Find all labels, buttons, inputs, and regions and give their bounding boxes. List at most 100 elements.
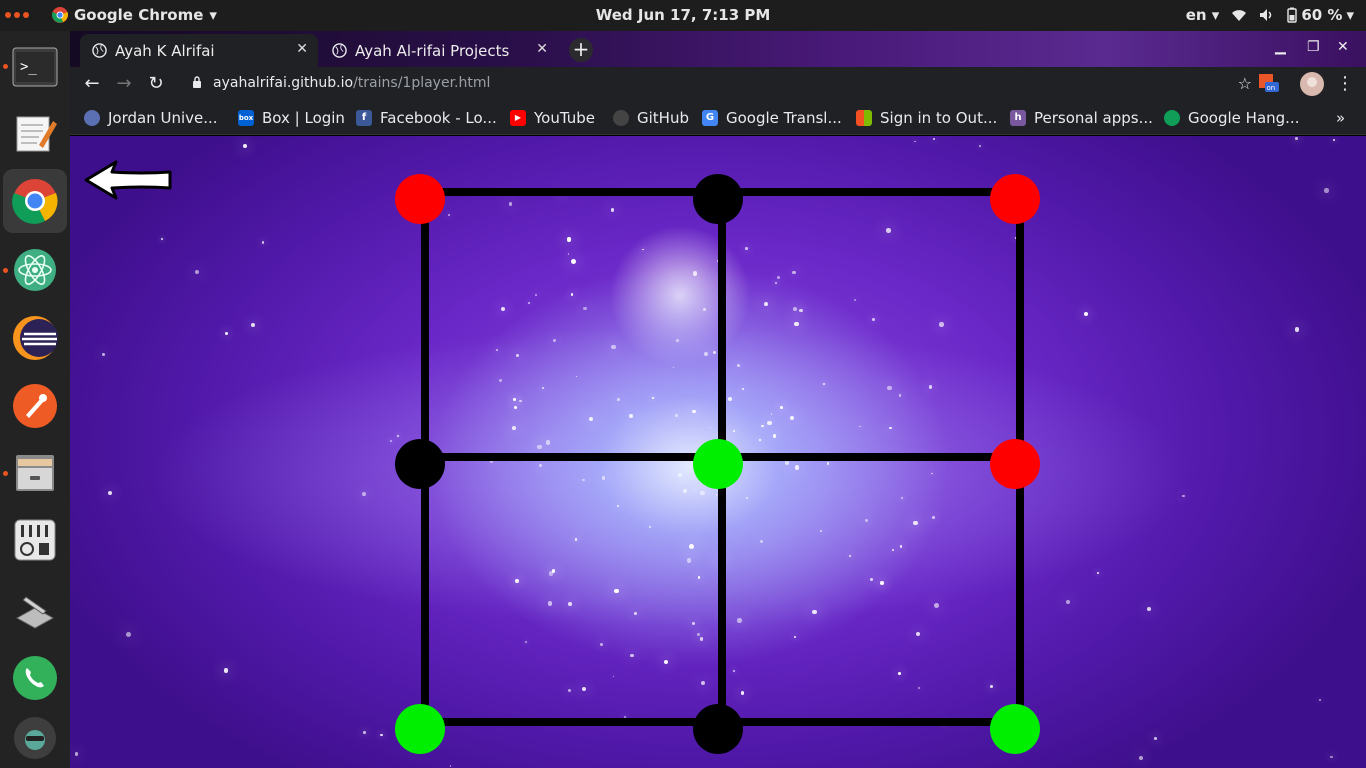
- tab-title: Ayah K Alrifai: [115, 41, 215, 60]
- whatsapp-phone-icon: [13, 656, 57, 700]
- bookmark-label: Facebook - Lo...: [380, 109, 497, 127]
- node-middle-left[interactable]: [395, 439, 445, 489]
- node-center[interactable]: [693, 439, 743, 489]
- bookmark-label: GitHub: [637, 109, 689, 127]
- forward-arrow-icon[interactable]: →: [112, 73, 136, 97]
- bookmark-github[interactable]: GitHub: [613, 109, 689, 127]
- bookmark-google-hangouts[interactable]: Google Hang...: [1164, 109, 1299, 127]
- globe-icon: [332, 43, 347, 58]
- running-indicator: [3, 64, 8, 69]
- bookmark-google-translate[interactable]: G Google Transl...: [702, 109, 842, 127]
- chevron-down-icon: ▾: [1346, 6, 1354, 24]
- language-label: en: [1185, 6, 1207, 24]
- user-avatar-icon: [14, 717, 56, 759]
- battery-icon: [1287, 7, 1298, 23]
- bookmark-youtube[interactable]: ▶ YouTube: [510, 109, 595, 127]
- bookmark-label: Google Transl...: [726, 109, 842, 127]
- postman-icon: [13, 384, 57, 428]
- minimize-icon[interactable]: ▁: [1275, 39, 1286, 55]
- close-icon[interactable]: ✕: [536, 41, 548, 57]
- svg-text:on: on: [1267, 84, 1276, 92]
- dock-item-text-editor[interactable]: [11, 109, 59, 157]
- game-page: [70, 136, 1366, 768]
- atom-icon: [14, 249, 56, 291]
- node-middle-right[interactable]: [990, 439, 1040, 489]
- new-tab-button[interactable]: +: [569, 38, 593, 62]
- url-host: ayahalrifai.github.io: [213, 75, 354, 91]
- bookmarks-bar: Jordan Unive... box Box | Login f Facebook…: [70, 101, 1366, 135]
- tab-ayah-al-rifai-projects[interactable]: Ayah Al-rifai Projects ✕: [320, 34, 558, 67]
- extension-on-icon[interactable]: on: [1258, 73, 1280, 95]
- bookmark-facebook[interactable]: f Facebook - Lo...: [356, 109, 497, 127]
- bookmark-jordan-university[interactable]: Jordan Unive...: [84, 109, 218, 127]
- tab-ayah-k-alrifai[interactable]: Ayah K Alrifai ✕: [80, 34, 318, 67]
- heroku-icon: h: [1010, 110, 1026, 126]
- tab-title: Ayah Al-rifai Projects: [355, 41, 510, 60]
- google-translate-icon: G: [702, 110, 718, 126]
- dock-item-postman[interactable]: [11, 382, 59, 430]
- node-top-right[interactable]: [990, 174, 1040, 224]
- system-top-bar: Google Chrome ▾ Wed Jun 17, 7:13 PM en ▾…: [0, 0, 1366, 31]
- node-top-left[interactable]: [395, 174, 445, 224]
- system-tray[interactable]: en ▾ 60 % ▾: [1186, 6, 1354, 24]
- bookmark-box-login[interactable]: box Box | Login: [238, 109, 345, 127]
- dock-item-whatsapp[interactable]: [11, 654, 59, 702]
- maximize-icon[interactable]: ❐: [1307, 39, 1320, 55]
- dock-item-chrome[interactable]: [3, 169, 67, 233]
- microsoft-icon: [856, 110, 872, 126]
- dock-item-files[interactable]: [11, 449, 59, 497]
- university-icon: [84, 110, 100, 126]
- browser-window: Ayah K Alrifai ✕ Ayah Al-rifai Projects …: [70, 31, 1366, 768]
- chrome-icon: [12, 179, 58, 224]
- node-bottom-left[interactable]: [395, 704, 445, 754]
- close-window-icon[interactable]: ✕: [1337, 39, 1349, 55]
- node-bottom-middle[interactable]: [693, 704, 743, 754]
- running-indicator: [3, 268, 8, 273]
- facebook-icon: f: [356, 110, 372, 126]
- bookmark-label: Personal apps...: [1034, 109, 1153, 127]
- board-nodes: [395, 174, 1040, 754]
- browser-toolbar: ← → ↻ ayahalrifai.github.io/trains/1play…: [70, 67, 1366, 101]
- dock-item-terminal[interactable]: >_: [11, 43, 59, 91]
- clock[interactable]: Wed Jun 17, 7:13 PM: [0, 6, 1366, 24]
- dock-item-eclipse[interactable]: [11, 314, 59, 362]
- eclipse-icon: [13, 316, 58, 360]
- running-indicator: [3, 471, 8, 476]
- wifi-icon: [1232, 10, 1247, 21]
- dock-item-system-tools[interactable]: [11, 586, 59, 634]
- bookmark-label: Box | Login: [262, 109, 345, 127]
- svg-text:>_: >_: [20, 59, 37, 75]
- youtube-icon: ▶: [510, 110, 526, 126]
- node-bottom-right[interactable]: [990, 704, 1040, 754]
- address-bar[interactable]: ayahalrifai.github.io/trains/1player.htm…: [180, 70, 1260, 98]
- dock-item-user[interactable]: [11, 714, 59, 762]
- menu-dots-icon[interactable]: ⋮: [1333, 73, 1357, 97]
- back-arrow-icon[interactable]: ←: [80, 73, 104, 97]
- bookmark-label: Jordan Unive...: [108, 109, 218, 127]
- dock-item-settings[interactable]: [11, 516, 59, 564]
- reload-icon[interactable]: ↻: [144, 73, 168, 97]
- node-top-middle[interactable]: [693, 174, 743, 224]
- tab-strip: Ayah K Alrifai ✕ Ayah Al-rifai Projects …: [70, 31, 1366, 67]
- terminal-icon: >_: [12, 47, 58, 87]
- settings-mixer-icon: [14, 519, 56, 561]
- volume-icon: [1260, 9, 1272, 21]
- launcher-dock: >_: [0, 31, 70, 768]
- bookmark-label: Google Hang...: [1188, 109, 1300, 127]
- system-tools-icon: [15, 596, 55, 629]
- globe-icon: [92, 43, 107, 58]
- url-path: /trains/1player.html: [353, 75, 491, 91]
- bookmark-heroku[interactable]: h Personal apps...: [1010, 109, 1153, 127]
- bookmark-outlook[interactable]: Sign in to Out...: [856, 109, 997, 127]
- box-icon: box: [238, 110, 254, 126]
- bookmark-star-icon[interactable]: ☆: [1238, 74, 1252, 93]
- url-text: ayahalrifai.github.io/trains/1player.htm…: [213, 75, 490, 91]
- file-cabinet-icon: [16, 455, 54, 491]
- dock-item-atom[interactable]: [11, 246, 59, 294]
- github-icon: [613, 110, 629, 126]
- bookmark-label: YouTube: [534, 109, 595, 127]
- more-bookmarks-icon[interactable]: »: [1336, 109, 1345, 127]
- language-indicator[interactable]: en ▾: [1186, 6, 1220, 24]
- profile-avatar[interactable]: [1300, 72, 1324, 96]
- close-icon[interactable]: ✕: [296, 41, 308, 57]
